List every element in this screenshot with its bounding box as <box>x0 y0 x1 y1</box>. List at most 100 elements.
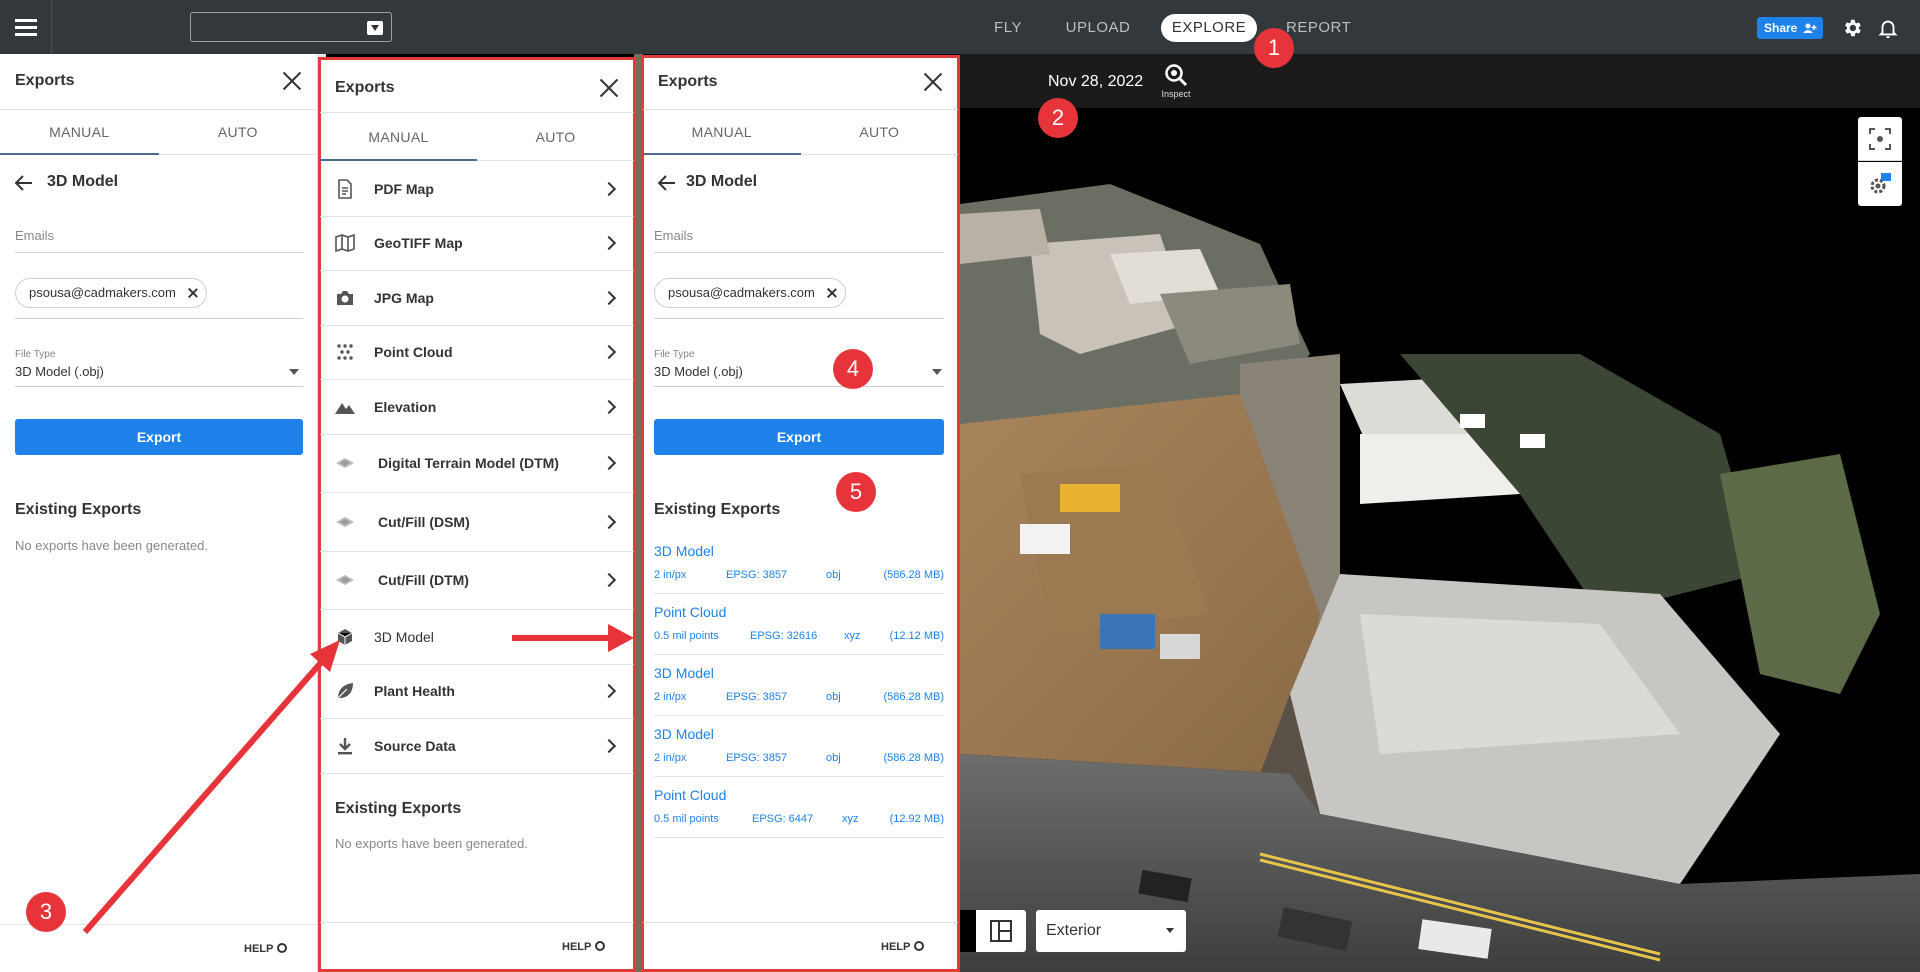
emails-input-line[interactable] <box>15 252 303 253</box>
tab-auto[interactable]: AUTO <box>801 110 959 155</box>
cube-icon <box>337 628 353 645</box>
capture-date[interactable]: Nov 28, 2022 <box>1048 73 1143 91</box>
nav-upload[interactable]: UPLOAD <box>1064 14 1132 42</box>
export-item-jpg-map[interactable]: JPG Map <box>320 271 634 326</box>
help-lifebuoy-icon <box>595 941 606 951</box>
help-link[interactable]: HELP <box>244 943 288 955</box>
tab-manual[interactable]: MANUAL <box>643 110 801 155</box>
close-icon[interactable] <box>598 77 620 99</box>
export-item-cutfill-dtm[interactable]: Cut/Fill (DTM) <box>320 552 634 610</box>
export-record-name[interactable]: Point Cloud <box>654 787 726 803</box>
email-chip[interactable]: psousa@cadmakers.com <box>654 278 846 308</box>
bell-icon[interactable] <box>1877 16 1899 40</box>
emails-label: Emails <box>15 228 55 243</box>
export-record-name[interactable]: Point Cloud <box>654 604 726 620</box>
magnifier-icon <box>1165 64 1188 87</box>
view-mode-toggle[interactable] <box>950 910 1026 952</box>
close-icon[interactable] <box>281 70 303 92</box>
view-select[interactable]: Exterior <box>1036 910 1186 952</box>
exports-panel-menu: Exports MANUAL AUTO PDF Map GeoTIFF Map … <box>318 57 636 972</box>
export-item-label: Source Data <box>374 737 456 754</box>
export-record[interactable]: 3D Model 2 in/px EPSG: 3857 obj (586.28 … <box>654 716 944 777</box>
nav-report[interactable]: REPORT <box>1286 14 1351 42</box>
camera-icon <box>337 290 353 305</box>
existing-exports-heading: Existing Exports <box>654 501 781 518</box>
export-format: xyz <box>842 813 859 825</box>
export-resolution: 2 in/px <box>654 691 687 703</box>
tab-auto[interactable]: AUTO <box>159 110 318 155</box>
export-record[interactable]: Point Cloud 0.5 mil points EPSG: 32616 x… <box>654 594 944 655</box>
panel-divider <box>634 54 643 972</box>
focus-view-button[interactable] <box>1858 117 1902 161</box>
export-epsg: EPSG: 32616 <box>750 630 818 642</box>
map-viewport[interactable] <box>960 54 1920 972</box>
back-arrow-icon[interactable] <box>15 174 33 192</box>
nav-explore[interactable]: EXPLORE <box>1161 14 1257 42</box>
export-type-list: PDF Map GeoTIFF Map JPG Map Point Cloud … <box>320 162 634 774</box>
email-chip[interactable]: psousa@cadmakers.com <box>15 278 207 308</box>
export-item-3d-model[interactable]: 3D Model <box>320 610 634 665</box>
chevron-right-icon <box>601 573 617 588</box>
export-record-name[interactable]: 3D Model <box>654 543 714 559</box>
annotation-badge-5: 5 <box>836 472 876 512</box>
divider <box>654 318 944 319</box>
export-button[interactable]: Export <box>15 419 303 455</box>
inspect-button[interactable]: Inspect <box>1158 62 1194 102</box>
export-size: (586.28 MB) <box>883 569 944 581</box>
annotation-badge-4: 4 <box>833 349 873 389</box>
export-item-label: PDF Map <box>374 180 434 197</box>
export-record[interactable]: 3D Model 2 in/px EPSG: 3857 obj (586.28 … <box>654 533 944 594</box>
export-item-dtm[interactable]: Digital Terrain Model (DTM) <box>320 435 634 493</box>
export-item-plant-health[interactable]: Plant Health <box>320 665 634 719</box>
export-item-cutfill-dsm[interactable]: Cut/Fill (DSM) <box>320 493 634 552</box>
export-format: obj <box>826 691 841 703</box>
hamburger-menu-icon[interactable] <box>0 0 52 54</box>
file-type-value[interactable]: 3D Model (.obj) <box>15 364 104 379</box>
export-item-source-data[interactable]: Source Data <box>320 719 634 774</box>
panel-header: Exports <box>0 54 317 110</box>
back-arrow-icon[interactable] <box>658 174 676 192</box>
dropdown-caret-icon[interactable] <box>289 369 299 375</box>
map-icon <box>335 234 355 253</box>
export-record[interactable]: 3D Model 2 in/px EPSG: 3857 obj (586.28 … <box>654 655 944 716</box>
export-record-name[interactable]: 3D Model <box>654 726 714 742</box>
tab-manual[interactable]: MANUAL <box>320 113 477 161</box>
export-epsg: EPSG: 3857 <box>726 752 788 764</box>
file-type-underline <box>654 386 944 387</box>
emails-input-line[interactable] <box>654 252 944 253</box>
gear-icon[interactable] <box>1841 17 1863 39</box>
export-item-point-cloud[interactable]: Point Cloud <box>320 326 634 380</box>
empty-exports-text: No exports have been generated. <box>15 538 208 553</box>
export-size: (586.28 MB) <box>883 691 944 703</box>
file-type-label: File Type <box>654 349 695 360</box>
export-resolution: 0.5 mil points <box>654 630 719 642</box>
existing-exports-list: 3D Model 2 in/px EPSG: 3857 obj (586.28 … <box>654 533 944 838</box>
export-item-geotiff-map[interactable]: GeoTIFF Map <box>320 217 634 271</box>
share-button[interactable]: Share <box>1757 17 1823 39</box>
3d-settings-button[interactable] <box>1858 162 1902 206</box>
tab-manual[interactable]: MANUAL <box>0 110 159 155</box>
help-link[interactable]: HELP <box>562 941 606 953</box>
chevron-right-icon <box>601 181 617 196</box>
file-type-value[interactable]: 3D Model (.obj) <box>654 364 743 379</box>
export-item-elevation[interactable]: Elevation <box>320 380 634 435</box>
remove-chip-icon[interactable] <box>827 288 837 298</box>
export-record[interactable]: Point Cloud 0.5 mil points EPSG: 6447 xy… <box>654 777 944 838</box>
export-item-label: Cut/Fill (DSM) <box>378 513 470 530</box>
help-lifebuoy-icon <box>914 941 925 951</box>
layout-icon[interactable] <box>990 920 1012 942</box>
export-item-label: Point Cloud <box>374 344 453 361</box>
export-item-pdf-map[interactable]: PDF Map <box>320 162 634 217</box>
help-link[interactable]: HELP <box>881 941 925 953</box>
export-button[interactable]: Export <box>654 419 944 455</box>
annotation-badge-2: 2 <box>1038 98 1078 138</box>
tab-auto[interactable]: AUTO <box>477 113 634 161</box>
dropdown-caret-icon[interactable] <box>932 369 942 375</box>
nav-fly[interactable]: FLY <box>990 14 1026 42</box>
view-select-value: Exterior <box>1046 922 1102 939</box>
project-select[interactable] <box>190 12 392 42</box>
export-epsg: EPSG: 3857 <box>726 569 788 581</box>
remove-chip-icon[interactable] <box>188 288 198 298</box>
close-icon[interactable] <box>922 71 944 93</box>
export-record-name[interactable]: 3D Model <box>654 665 714 681</box>
